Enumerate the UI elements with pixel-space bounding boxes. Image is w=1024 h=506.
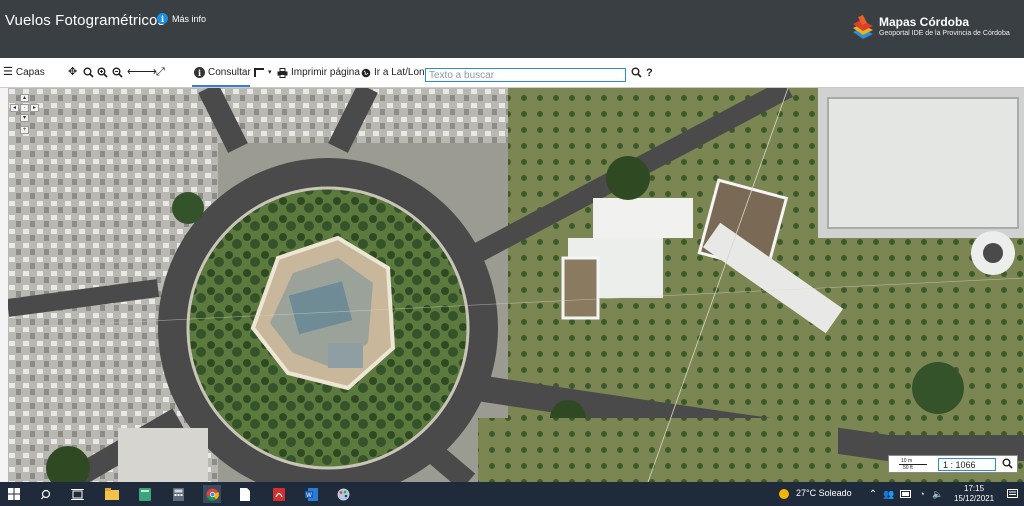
volume-tray-button[interactable]: 🔈: [929, 485, 947, 503]
map-left-edge: [0, 88, 8, 482]
sun-icon: [779, 489, 789, 499]
word-icon: W: [304, 487, 318, 501]
clock-time: 17:15: [964, 484, 985, 493]
info-icon: i: [157, 13, 168, 24]
search-input[interactable]: [425, 68, 626, 82]
layers-label: Capas: [15, 67, 45, 78]
goto-latlon-button[interactable]: Ir a Lat/Lon: [361, 67, 425, 78]
zoom-in-tool-button[interactable]: [97, 67, 108, 78]
weather-widget[interactable]: [775, 485, 793, 503]
expand-icon: ⤢: [156, 66, 165, 78]
pan-tool-button[interactable]: ✥: [68, 67, 77, 78]
scale-apply-button[interactable]: [1002, 458, 1013, 472]
notifications-button[interactable]: [1003, 485, 1021, 503]
people-icon: 👥: [883, 488, 895, 499]
pan-up-button[interactable]: ▴: [20, 94, 29, 102]
measure-dropdown-button[interactable]: ▾: [253, 67, 272, 78]
search-icon: [83, 67, 94, 78]
calculator-app[interactable]: [169, 485, 187, 503]
aerial-map-view[interactable]: 10 m 50 ft: [8, 88, 1024, 482]
windows-logo-icon: [8, 488, 20, 500]
wifi-icon: ◔: [919, 489, 925, 499]
zoom-in-button[interactable]: +: [20, 126, 29, 134]
search-icon: [1002, 458, 1013, 469]
help-icon: ?: [646, 67, 653, 79]
speaker-icon: 🔈: [932, 488, 944, 499]
move-icon: ✥: [68, 66, 78, 78]
print-label: Imprimir página: [291, 67, 360, 78]
zoom-in-icon: [97, 67, 108, 78]
word-app[interactable]: W: [302, 485, 320, 503]
windows-taskbar: W 27°C Soleado ⌃ 👥 ◔ 🔈 17:15 15/12/2021: [0, 482, 1024, 506]
taskbar-search-button[interactable]: [37, 485, 55, 503]
full-extent-button[interactable]: ⤢: [156, 67, 165, 78]
chrome-icon: [206, 488, 219, 501]
pdf-icon: [273, 487, 285, 501]
notification-icon: [1006, 488, 1018, 498]
active-tool-indicator: [192, 85, 250, 87]
scale-input[interactable]: [938, 458, 996, 471]
pan-right-button[interactable]: ▸: [30, 104, 39, 112]
chevron-up-icon: ⌃: [868, 488, 878, 500]
print-button[interactable]: Imprimir página: [277, 67, 360, 78]
people-tray-button[interactable]: 👥: [880, 485, 898, 503]
arrow-right-icon: ⟶: [141, 66, 157, 78]
globe-icon: [361, 68, 371, 77]
acrobat-app[interactable]: [270, 485, 288, 503]
book-icon: [139, 487, 151, 501]
next-extent-button[interactable]: ⟶: [141, 67, 157, 78]
goto-latlon-label: Ir a Lat/Lon: [374, 67, 425, 78]
pan-down-button[interactable]: ▾: [20, 114, 29, 122]
battery-icon: [900, 490, 911, 498]
task-view-button[interactable]: [68, 485, 86, 503]
pan-left-button[interactable]: ◂: [10, 104, 19, 112]
folder-icon: [105, 488, 119, 500]
consultar-label: Consultar: [208, 67, 251, 78]
app-header: Vuelos Fotogramétricos i Más info Mapas …: [0, 0, 1024, 58]
system-clock[interactable]: 17:15 15/12/2021: [954, 484, 994, 504]
more-info-link[interactable]: i Más info: [157, 13, 206, 24]
document-icon: [240, 487, 250, 501]
more-info-label: Más info: [172, 13, 207, 24]
weather-text: 27°C Soleado: [796, 488, 852, 498]
clock-date: 15/12/2021: [954, 494, 995, 503]
mapas-cordoba-logo-icon: [853, 15, 873, 39]
chrome-app[interactable]: [203, 485, 221, 503]
brand-name: Mapas Córdoba: [879, 15, 970, 29]
document-app[interactable]: [236, 485, 254, 503]
zoom-out-icon: [112, 67, 123, 78]
scale-imperial-label: 50 ft: [903, 465, 913, 471]
file-explorer-app[interactable]: [103, 485, 121, 503]
help-button[interactable]: ?: [646, 67, 653, 79]
ruler-icon: [254, 68, 264, 77]
aerial-imagery: [8, 88, 1024, 482]
info-circle-icon: i: [194, 67, 205, 78]
task-view-icon: [70, 488, 84, 500]
scale-ruler: 10 m 50 ft: [893, 458, 933, 471]
hamburger-icon: ☰: [3, 66, 13, 78]
search-icon: [631, 67, 642, 78]
search-icon: [40, 489, 50, 499]
caret-down-icon: ▾: [268, 69, 272, 76]
printer-icon: [277, 67, 288, 78]
svg-text:W: W: [306, 493, 312, 499]
brand-logo-block[interactable]: Mapas Córdoba Geoportal IDE de la Provin…: [851, 14, 1010, 40]
brand-subtitle: Geoportal IDE de la Provincia de Córdoba: [879, 30, 1010, 37]
app-title: Vuelos Fotogramétricos: [5, 12, 166, 29]
pan-center-button[interactable]: ·: [20, 104, 29, 112]
magnify-tool-button[interactable]: [83, 67, 94, 78]
start-button[interactable]: [5, 485, 23, 503]
zoom-out-tool-button[interactable]: [112, 67, 123, 78]
layers-button[interactable]: ☰ Capas: [3, 66, 45, 79]
scale-control: 10 m 50 ft: [888, 455, 1018, 473]
calculator-icon: [172, 487, 184, 501]
app-green-book[interactable]: [136, 485, 154, 503]
search-submit-button[interactable]: [631, 67, 642, 78]
palette-icon: [337, 488, 349, 500]
consultar-button[interactable]: i Consultar: [194, 67, 251, 78]
photos-app[interactable]: [334, 485, 352, 503]
